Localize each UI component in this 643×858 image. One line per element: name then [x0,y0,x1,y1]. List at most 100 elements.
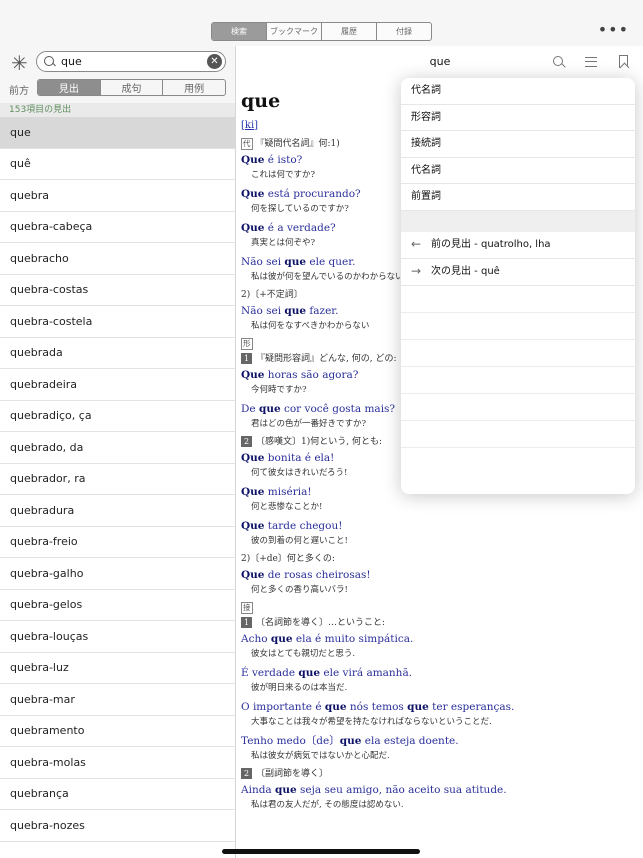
sense-text: 2)〔+de〕何と多くの: [241,554,335,564]
translation: 私は彼女が病気ではないかと心配だ. [251,751,390,761]
search-sidebar: ✳ que ✕ 前方 見出 成句 用例 153項目の見出 que quê que… [0,46,236,858]
list-item[interactable]: quebra-costas [0,275,235,306]
popover-empty-row [401,313,635,340]
sense-number: 1 [241,353,252,364]
sense-text: 〔副詞節を導く〕 [256,769,329,779]
sense-number: 2 [241,436,252,447]
tab-appendix[interactable]: 付録 [377,23,431,40]
translation: 彼の到着の何と遅いこと! [251,536,348,546]
list-item[interactable]: quebra-mar [0,684,235,716]
popover-empty-row [401,367,635,394]
example: Ainda que seja seu amigo, não aceito sua… [241,784,507,796]
mode-example[interactable]: 用例 [163,80,225,95]
popover-section-item[interactable]: 代名詞 [401,158,635,184]
translation: 私は君の友人だが, その態度は認めない. [251,800,404,810]
result-list: que quê quebra quebra-cabeça quebracho q… [0,117,235,842]
sense-line: 接 [241,601,641,616]
example: O importante é que nós temos que ter esp… [241,701,515,713]
sense-text: 〔名詞節を導く〕…ということ: [256,618,386,628]
list-item[interactable]: quebra-louças [0,621,235,653]
list-item[interactable]: quebrador, ra [0,464,235,495]
tab-search[interactable]: 検索 [212,23,267,40]
arrow-left-icon: ← [411,237,422,251]
example: Acho que ela é muito simpática. [241,633,414,645]
list-item[interactable]: quê [0,149,235,180]
pos-badge: 代 [241,138,253,150]
list-item[interactable]: quebra [0,180,235,212]
sense-text: 『疑問形容詞』どんな, 何の, どの: [256,354,397,364]
translation: 何と悲惨なことか! [251,502,323,512]
next-entry-button[interactable]: → 次の見出 - quê [401,259,635,286]
previous-entry-button[interactable]: ← 前の見出 - quatrolho, lha [401,232,635,259]
pos-badge: 形 [241,338,253,350]
previous-entry-label: 前の見出 - quatrolho, lha [431,239,551,250]
sense-text: 『疑問代名詞』何:1) [255,139,340,149]
translation: 大事なことは我々が希望を持たなければならないということだ. [251,717,492,727]
list-icon[interactable] [585,57,597,67]
match-mode-label[interactable]: 前方 [9,82,29,97]
list-item[interactable]: quebra-freio [0,527,235,558]
list-item[interactable]: quebrada [0,338,235,369]
tab-bookmarks[interactable]: ブックマーク [267,23,322,40]
sense-text: 〔感嘆文〕1)何という, 何とも: [256,437,382,447]
bookmark-icon[interactable] [619,55,628,68]
asterisk-icon[interactable]: ✳ [11,51,28,75]
translation: 彼が明日来るのは本当だ. [251,683,348,693]
popover-empty-row [401,340,635,367]
list-item[interactable]: quebradeira [0,369,235,401]
result-count: 153項目の見出 [0,103,235,117]
tab-history[interactable]: 履歴 [322,23,377,40]
popover-separator [401,210,635,232]
list-item[interactable]: quebradura [0,495,235,527]
popover-section-item[interactable]: 形容詞 [401,105,635,131]
list-item[interactable]: quebracho [0,243,235,275]
list-item[interactable]: quebra-molas [0,747,235,779]
search-icon [41,53,59,71]
popover-section-item[interactable]: 接続詞 [401,131,635,158]
list-item[interactable]: quebra-costela [0,306,235,338]
section-popover: 代名詞 形容詞 接続詞 代名詞 前置詞 ← 前の見出 - quatrolho, … [401,78,635,494]
main-tab-bar: 検索 ブックマーク 履歴 付録 [211,22,432,41]
example: Que de rosas cheirosas! [241,569,371,581]
popover-empty-row [401,286,635,313]
pronunciation-link[interactable]: ki [245,120,254,131]
example: Que tarde chegou! [241,520,343,532]
clear-icon[interactable]: ✕ [207,54,222,69]
search-input[interactable]: que ✕ [36,51,226,72]
mode-headword[interactable]: 見出 [38,80,101,95]
arrow-right-icon: → [411,264,422,278]
list-item[interactable]: quebrança [0,779,235,810]
more-dots-icon[interactable]: ••• [598,22,629,38]
example: É verdade que ele virá amanhã. [241,667,413,679]
list-item[interactable]: quebra-gelos [0,590,235,621]
pos-badge: 接 [241,602,253,614]
translation: 彼女はとても親切だと思う. [251,649,356,659]
next-entry-label: 次の見出 - quê [431,266,500,277]
sense-line: 1 〔名詞節を導く〕…ということ: [241,616,641,631]
popover-section-item[interactable]: 前置詞 [401,184,635,211]
search-query[interactable]: que [61,55,207,68]
list-item[interactable]: quebradiço, ça [0,401,235,432]
mode-phrase[interactable]: 成句 [101,80,164,95]
list-item[interactable]: quebrado, da [0,432,235,464]
list-item[interactable]: quebra-galho [0,558,235,590]
example: Tenho medo〔de〕que ela esteja doente. [241,735,459,747]
sense-number: 1 [241,617,252,628]
sense-line: 2 〔副詞節を導く〕 [241,767,641,782]
top-bar: 検索 ブックマーク 履歴 付録 ••• [0,0,643,46]
list-item[interactable]: quebramento [0,716,235,747]
list-item[interactable]: quebra-cabeça [0,212,235,243]
search-icon[interactable] [553,56,567,70]
sense-number: 2 [241,768,252,779]
popover-empty-row [401,394,635,421]
list-item[interactable]: quebra-luz [0,653,235,684]
entry-nav-title: que [429,55,451,68]
popover-section-item[interactable]: 代名詞 [401,78,635,105]
home-indicator[interactable] [222,849,420,854]
popover-empty-row [401,421,635,448]
list-item[interactable]: que [0,117,235,149]
search-header: ✳ que ✕ 前方 見出 成句 用例 [0,46,235,103]
list-item[interactable]: quebra-nozes [0,810,235,842]
translation: 何と多くの香り高いバラ! [251,585,348,595]
search-mode-selector: 見出 成句 用例 [37,79,226,96]
